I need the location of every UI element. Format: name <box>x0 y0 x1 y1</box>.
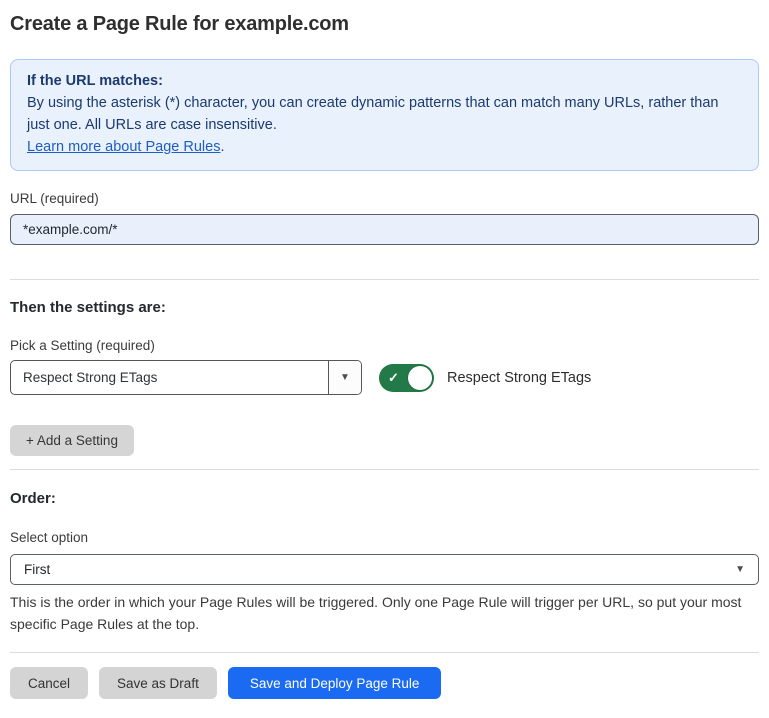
url-field-label: URL (required) <box>10 190 759 207</box>
setting-toggle-label: Respect Strong ETags <box>447 370 591 386</box>
info-box-body: By using the asterisk (*) character, you… <box>27 92 742 136</box>
url-input[interactable] <box>10 214 759 245</box>
info-box-heading: If the URL matches: <box>27 70 742 92</box>
add-setting-button[interactable]: + Add a Setting <box>10 425 134 456</box>
settings-section-heading: Then the settings are: <box>10 299 759 317</box>
toggle-knob <box>408 366 432 390</box>
pick-setting-label: Pick a Setting (required) <box>10 337 759 354</box>
setting-dropdown[interactable]: Respect Strong ETags ▼ <box>10 360 362 395</box>
order-section-heading: Order: <box>10 490 759 508</box>
chevron-down-icon: ▼ <box>340 373 350 383</box>
save-as-draft-button[interactable]: Save as Draft <box>99 667 217 699</box>
page-rule-form: Create a Page Rule for example.com If th… <box>0 0 769 699</box>
footer-actions: Cancel Save as Draft Save and Deploy Pag… <box>10 667 759 699</box>
footer-divider <box>10 652 759 653</box>
chevron-down-icon: ▼ <box>735 565 745 575</box>
order-help-text: This is the order in which your Page Rul… <box>10 591 759 635</box>
section-divider <box>10 469 759 470</box>
order-select[interactable]: First ▼ <box>10 554 759 585</box>
link-suffix: . <box>220 139 224 155</box>
page-title: Create a Page Rule for example.com <box>10 12 759 36</box>
cancel-button[interactable]: Cancel <box>10 667 88 699</box>
check-icon: ✓ <box>388 371 399 384</box>
section-divider <box>10 279 759 280</box>
setting-dropdown-value: Respect Strong ETags <box>11 361 328 394</box>
save-and-deploy-button[interactable]: Save and Deploy Page Rule <box>228 667 442 699</box>
order-select-label: Select option <box>10 529 759 546</box>
info-box-link-line: Learn more about Page Rules. <box>27 136 742 158</box>
url-match-info-box: If the URL matches: By using the asteris… <box>10 59 759 171</box>
setting-dropdown-arrow-button[interactable]: ▼ <box>328 361 361 394</box>
learn-more-link[interactable]: Learn more about Page Rules <box>27 139 220 155</box>
setting-row: Respect Strong ETags ▼ ✓ Respect Strong … <box>10 360 759 395</box>
setting-toggle[interactable]: ✓ <box>379 364 434 392</box>
order-select-value: First <box>24 562 50 577</box>
